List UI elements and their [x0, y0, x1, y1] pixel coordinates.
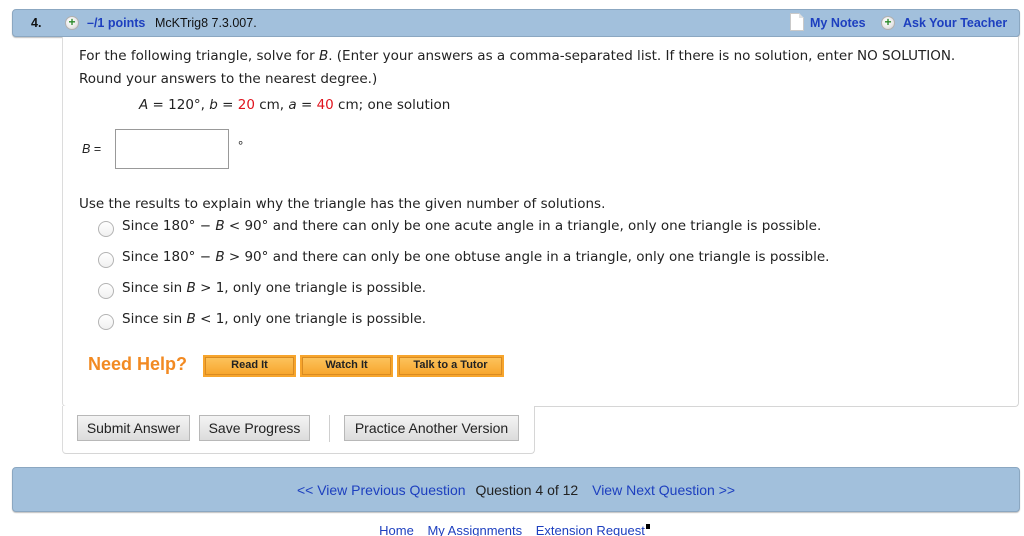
points-link[interactable]: –/1 points — [87, 16, 145, 30]
question-number: 4. — [31, 16, 42, 30]
extension-request-link[interactable]: Extension Request — [536, 523, 645, 536]
watch-it-button[interactable]: Watch It — [300, 355, 393, 377]
cursor-icon — [645, 524, 650, 529]
var-a: a — [288, 97, 297, 113]
plus-circle-icon[interactable]: + — [65, 16, 79, 30]
save-progress-button[interactable]: Save Progress — [199, 415, 310, 441]
ask-teacher-link[interactable]: Ask Your Teacher — [903, 16, 1007, 30]
problem-code: McKTrig8 7.3.007. — [155, 16, 257, 30]
prompt-text: For the following triangle, solve for — [79, 48, 319, 64]
answer-B-input[interactable] — [115, 129, 229, 169]
question-navigation: << View Previous Question Question 4 of … — [12, 467, 1020, 512]
radio-button[interactable] — [98, 252, 114, 268]
given-text: cm; one solution — [333, 97, 451, 113]
next-question-link[interactable]: View Next Question >> — [592, 482, 735, 498]
footer-links: Home My Assignments Extension Request — [0, 523, 1024, 536]
submit-answer-button[interactable]: Submit Answer — [77, 415, 190, 441]
option-label: Since 180° − B > 90° and there can only … — [122, 249, 830, 265]
previous-question-link[interactable]: << View Previous Question — [297, 482, 466, 498]
explain-prompt: Use the results to explain why the trian… — [79, 196, 606, 212]
question-count: Question 4 of 12 — [475, 482, 579, 498]
given-text: = — [296, 97, 317, 113]
var-b: b — [209, 97, 218, 113]
need-help-label: Need Help? — [88, 354, 188, 374]
radio-button[interactable] — [98, 221, 114, 237]
radio-button[interactable] — [98, 283, 114, 299]
b-value: 20 — [237, 97, 255, 113]
given-text: = 120°, — [148, 97, 210, 113]
read-it-button[interactable]: Read It — [203, 355, 296, 377]
practice-another-version-button[interactable]: Practice Another Version — [344, 415, 519, 441]
plus-circle-icon[interactable]: + — [881, 16, 895, 30]
prompt-variable: B — [318, 48, 329, 64]
answer-label: B = — [82, 142, 101, 156]
divider — [329, 415, 330, 442]
option-label: Since sin B > 1, only one triangle is po… — [122, 280, 427, 296]
given-values: A = 120°, b = 20 cm, a = 40 cm; one solu… — [139, 97, 450, 113]
question-prompt: For the following triangle, solve for B.… — [79, 45, 979, 91]
var-A: A — [139, 97, 149, 113]
my-notes-link[interactable]: My Notes — [810, 16, 866, 30]
given-text: = — [217, 97, 238, 113]
my-assignments-link[interactable]: My Assignments — [427, 523, 522, 536]
degree-unit: ° — [238, 138, 244, 153]
radio-button[interactable] — [98, 314, 114, 330]
given-text: cm, — [254, 97, 289, 113]
home-link[interactable]: Home — [379, 523, 414, 536]
option-label: Since 180° − B < 90° and there can only … — [122, 218, 822, 234]
answer-equals: = — [90, 142, 102, 156]
a-value: 40 — [316, 97, 334, 113]
question-header: 4. + –/1 points McKTrig8 7.3.007. My Not… — [12, 9, 1020, 37]
option-label: Since sin B < 1, only one triangle is po… — [122, 311, 427, 327]
talk-to-tutor-button[interactable]: Talk to a Tutor — [397, 355, 504, 377]
note-page-icon[interactable] — [790, 13, 804, 31]
